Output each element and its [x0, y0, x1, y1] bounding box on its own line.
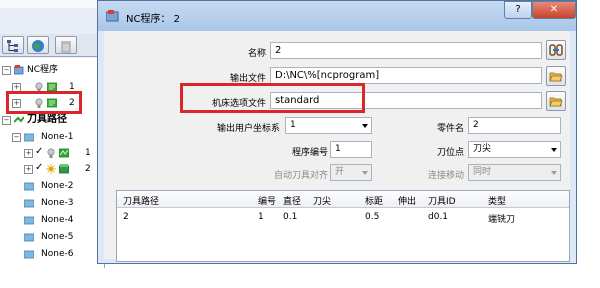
- tool-position-value: 刀尖: [473, 144, 492, 154]
- user-coordinate-select[interactable]: 1: [285, 117, 372, 134]
- nc-program-folder-icon: [14, 65, 24, 75]
- folder-icon: [24, 133, 34, 142]
- tree-node-label: None-3: [41, 198, 74, 208]
- tool-icon: [59, 164, 69, 174]
- toolpath-folder-icon: [14, 116, 24, 123]
- collapse-icon[interactable]: −: [2, 116, 11, 125]
- table-row[interactable]: 2 1 0.1 0.5 d0.1 端铣刀: [117, 207, 569, 225]
- folder-icon: [24, 199, 34, 208]
- name-label: 名称: [247, 49, 266, 59]
- column-header-tip[interactable]: 刀尖: [313, 194, 331, 207]
- highlight-box-tree: [6, 91, 82, 114]
- name-field[interactable]: 2: [270, 42, 542, 59]
- collapse-icon[interactable]: −: [12, 133, 21, 142]
- tree-node-label: 刀具路径: [27, 114, 67, 125]
- connect-move-label: 连接移动: [427, 171, 464, 181]
- connect-move-select[interactable]: 同时: [468, 164, 561, 181]
- tree-icon: [7, 40, 18, 52]
- open-folder-icon: [549, 97, 563, 107]
- column-header-overhang[interactable]: 伸出: [398, 194, 416, 207]
- tree-node-label: None-1: [41, 132, 74, 142]
- tree-view-button[interactable]: [2, 36, 24, 54]
- auto-tool-align-select[interactable]: 开: [330, 164, 372, 181]
- dropdown-arrow-icon[interactable]: [362, 124, 368, 128]
- auto-tool-align-value: 开: [335, 167, 345, 177]
- user-coordinate-label: 输出用户坐标系: [216, 124, 280, 134]
- checkmark-icon: ✓: [35, 162, 44, 173]
- tree-node-label: NC程序: [27, 65, 59, 75]
- globe-icon: [32, 40, 44, 52]
- folder-icon: [24, 233, 34, 242]
- cell-gauge: 0.5: [365, 212, 380, 222]
- cell-toolpath: 2: [123, 212, 129, 222]
- cell-tool-id: d0.1: [428, 212, 449, 222]
- toolpath-selector-button[interactable]: [546, 40, 566, 60]
- column-header-gauge[interactable]: 标距: [365, 194, 383, 207]
- output-file-browse-button[interactable]: [546, 66, 566, 86]
- folder-icon: [24, 250, 34, 259]
- user-coordinate-value: 1: [290, 120, 296, 130]
- cell-type: 端铣刀: [488, 215, 516, 225]
- explorer-toolbar: [0, 34, 104, 57]
- highlight-box-machine-option: [180, 83, 365, 113]
- tree-node-label: None-4: [41, 215, 74, 225]
- link-icon: [549, 44, 563, 56]
- dropdown-arrow-icon[interactable]: [551, 171, 557, 175]
- collapse-icon[interactable]: −: [2, 66, 11, 75]
- column-header-number[interactable]: 编号: [258, 194, 276, 207]
- dropdown-arrow-icon[interactable]: [362, 171, 368, 175]
- expand-icon[interactable]: +: [24, 165, 33, 174]
- column-header-diameter[interactable]: 直径: [283, 194, 301, 207]
- explorer-tree: − NC程序 + 1 + 2 − 刀具路径 − None-1 + ✓ 1 + ✓…: [0, 58, 104, 268]
- tree-node-label: None-5: [41, 232, 74, 242]
- folder-icon: [24, 182, 34, 191]
- program-number-field[interactable]: 1: [330, 141, 372, 158]
- expand-icon[interactable]: +: [24, 149, 33, 158]
- tree-node-label: None-2: [41, 181, 74, 191]
- tree-node-label: None-6: [41, 249, 74, 259]
- top-strip: [0, 0, 104, 8]
- part-name-label: 零件名: [436, 124, 464, 134]
- open-folder-icon: [549, 72, 563, 82]
- folder-icon: [24, 216, 34, 225]
- table-header: 刀具路径 编号 直径 刀尖 标距 伸出 刀具ID 类型: [117, 191, 569, 208]
- trash-icon: [61, 41, 71, 53]
- dialog-title: NC程序： 2: [126, 14, 181, 25]
- output-file-field[interactable]: D:\NC\%[ncprogram]: [270, 67, 542, 84]
- part-name-field[interactable]: 2: [468, 117, 561, 134]
- web-view-button[interactable]: [27, 36, 49, 54]
- dialog-titlebar[interactable]: NC程序： 2 ? ✕: [98, 1, 576, 31]
- tool-position-select[interactable]: 刀尖: [468, 141, 561, 158]
- cell-number: 1: [258, 212, 264, 222]
- column-header-toolpath[interactable]: 刀具路径: [123, 194, 159, 207]
- tree-node-label: 2: [85, 164, 91, 174]
- lightbulb-icon: [47, 148, 55, 158]
- trash-button[interactable]: [55, 36, 77, 54]
- tool-position-label: 刀位点: [436, 148, 464, 158]
- column-header-type[interactable]: 类型: [488, 194, 506, 207]
- sparkle-icon: [46, 164, 56, 174]
- dropdown-arrow-icon[interactable]: [551, 148, 557, 152]
- close-button[interactable]: ✕: [532, 1, 576, 19]
- help-button[interactable]: ?: [504, 1, 532, 19]
- tree-node-label: 1: [85, 148, 91, 158]
- cell-diameter: 0.1: [283, 212, 298, 222]
- toolpath-icon: [59, 148, 69, 158]
- connect-move-value: 同时: [473, 167, 492, 177]
- nc-program-icon: [106, 10, 119, 22]
- column-header-tool-id[interactable]: 刀具ID: [428, 194, 456, 207]
- explorer-pane: − NC程序 + 1 + 2 − 刀具路径 − None-1 + ✓ 1 + ✓…: [0, 0, 105, 268]
- program-number-label: 程序编号: [291, 148, 328, 158]
- machine-option-browse-button[interactable]: [546, 91, 566, 111]
- toolpath-table: 刀具路径 编号 直径 刀尖 标距 伸出 刀具ID 类型 2 1 0.1 0.5 …: [116, 190, 570, 262]
- checkmark-icon: ✓: [35, 146, 44, 157]
- auto-tool-align-label: 自动刀具对齐: [273, 171, 328, 181]
